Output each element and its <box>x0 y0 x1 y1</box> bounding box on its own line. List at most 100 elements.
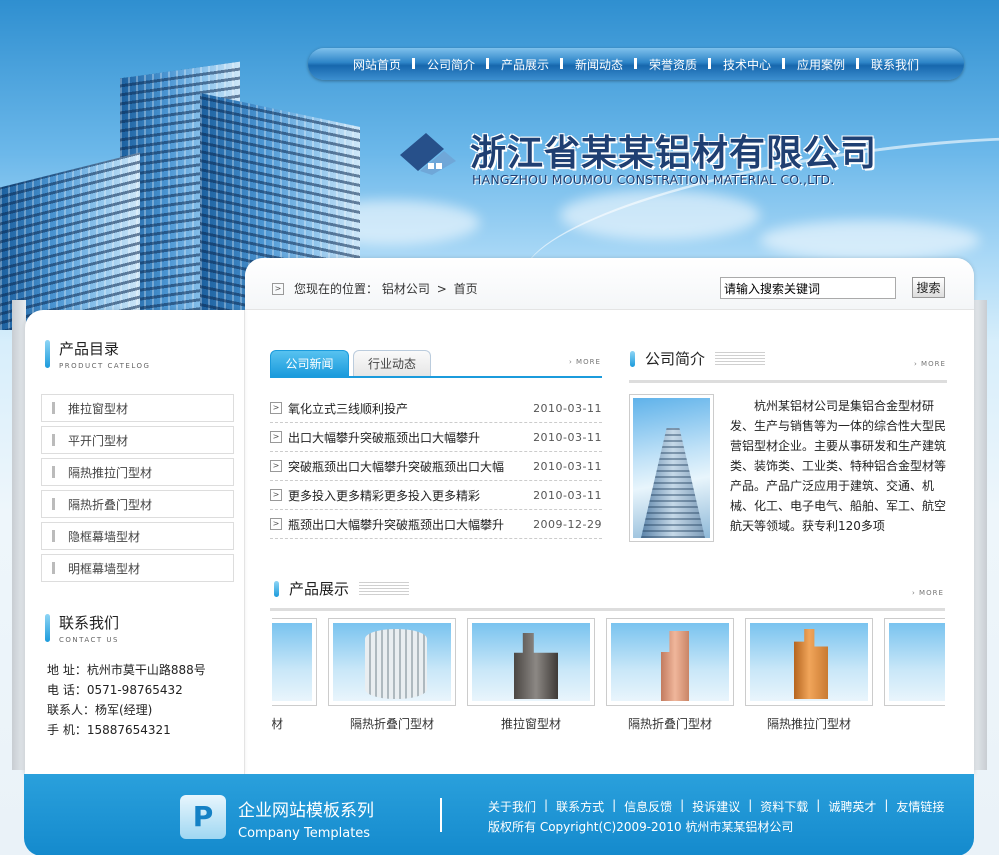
category-item[interactable]: 推拉窗型材 <box>41 394 234 422</box>
footer-divider <box>440 798 442 832</box>
list-item[interactable]: > 出口大幅攀升突破瓶颈出口大幅攀升 2010-03-11 <box>270 423 602 452</box>
footer-link-careers[interactable]: 诚聘英才 <box>828 798 876 815</box>
news-tabs: 公司新闻 行业动态 <box>270 350 602 378</box>
product-card[interactable]: 推拉窗型材 <box>467 618 595 732</box>
product-card[interactable]: 隔热折叠门型材 <box>328 618 456 732</box>
breadcrumb-separator: > <box>436 282 447 296</box>
about-text: 杭州某铝材公司是集铝合金型材研发、生产与销售等为一体的综合性大型民营铝型材企业。… <box>730 399 947 533</box>
contact-title-en: CONTACT US <box>59 636 119 644</box>
bullet-bar-icon <box>52 402 55 414</box>
product-card[interactable]: 隔热推拉门型材 <box>745 618 873 732</box>
footer: P 企业网站模板系列 Company Templates 关于我们 | 联系方式 |… <box>24 774 974 855</box>
heading-marker-icon <box>45 340 50 368</box>
footer-link-contact[interactable]: 联系方式 <box>556 798 604 815</box>
section-divider <box>270 608 945 611</box>
search-button[interactable]: 搜索 <box>912 277 945 298</box>
breadcrumb-link-company[interactable]: 铝材公司 <box>382 282 430 296</box>
catalog-heading: 产品目录 PRODUCT CATELOG <box>45 338 150 370</box>
panel-shadow <box>973 300 987 770</box>
about-heading: 公司简介 <box>630 348 766 369</box>
category-list: 推拉窗型材 平开门型材 隔热推拉门型材 隔热折叠门型材 隐框幕墙型材 明框幕墙型… <box>41 394 234 586</box>
main-nav: 网站首页 公司简介 产品展示 新闻动态 荣誉资质 技术中心 应用案例 联系我们 <box>308 48 964 80</box>
contact-person: 联系人：杨军(经理) <box>47 703 153 717</box>
catalog-title: 产品目录 <box>59 340 120 358</box>
category-item[interactable]: 隔热折叠门型材 <box>41 490 234 518</box>
arrow-right-icon: > <box>270 518 282 530</box>
decorative-lines <box>359 581 410 596</box>
nav-cases[interactable]: 应用案例 <box>782 56 858 73</box>
news-list: > 氧化立式三线顺利投产 2010-03-11 > 出口大幅攀升突破瓶颈出口大幅… <box>270 394 602 539</box>
breadcrumb-bar: > 您现在的位置： 铝材公司 > 首页 搜索 <box>245 258 974 310</box>
product-card[interactable]: 平开门型材 <box>272 618 317 732</box>
bullet-bar-icon <box>52 498 55 510</box>
breadcrumb-prefix: 您现在的位置： <box>294 282 379 296</box>
panel-shadow <box>12 300 26 770</box>
arrow-right-icon: > <box>270 460 282 472</box>
heading-marker-icon <box>45 614 50 642</box>
nav-tech[interactable]: 技术中心 <box>708 56 784 73</box>
company-name-en: HANGZHOU MOUMOU CONSTRATION MATERIAL CO.… <box>472 172 835 187</box>
tab-company-news[interactable]: 公司新闻 <box>270 350 349 376</box>
bullet-bar-icon <box>52 434 55 446</box>
bullet-bar-icon <box>52 530 55 542</box>
contact-heading: 联系我们 CONTACT US <box>45 612 119 644</box>
footer-link-complaints[interactable]: 投诉建议 <box>692 798 740 815</box>
products-more-link[interactable]: › MORE <box>912 589 944 597</box>
catalog-title-en: PRODUCT CATELOG <box>59 362 151 370</box>
heading-marker-icon <box>630 350 635 367</box>
contact-title: 联系我们 <box>59 614 120 632</box>
category-item[interactable]: 明框幕墙型材 <box>41 554 234 582</box>
arrow-right-icon: > <box>270 489 282 501</box>
company-name: 浙江省某某铝材有限公司 <box>470 133 878 174</box>
list-item[interactable]: > 更多投入更多精彩更多投入更多精彩 2010-03-11 <box>270 481 602 510</box>
contact-mobile: 手 机：15887654321 <box>47 723 171 737</box>
nav-products[interactable]: 产品展示 <box>485 56 562 73</box>
product-carousel: 平开门型材 隔热折叠门型材 推拉窗型材 隔热折叠门型材 隔热推拉门型材 <box>272 618 945 738</box>
contact-info: 地 址：杭州市莫干山路888号 电 话：0571-98765432 联系人：杨军… <box>47 660 206 740</box>
breadcrumb: > 您现在的位置： 铝材公司 > 首页 <box>272 280 478 297</box>
list-item[interactable]: > 突破瓶颈出口大幅攀升突破瓶颈出口大幅 2010-03-11 <box>270 452 602 481</box>
category-item[interactable]: 隐框幕墙型材 <box>41 522 234 550</box>
copyright: 版权所有 Copyright(C)2009-2010 杭州市某某铝材公司 <box>488 820 794 834</box>
news-more-link[interactable]: › MORE <box>569 358 601 366</box>
contact-address: 地 址：杭州市莫干山路888号 <box>47 663 206 677</box>
company-photo <box>629 394 714 542</box>
nav-news[interactable]: 新闻动态 <box>559 56 636 73</box>
breadcrumb-current: 首页 <box>453 282 478 296</box>
product-image <box>365 629 427 699</box>
company-logo-icon <box>400 133 456 175</box>
footer-link-downloads[interactable]: 资料下载 <box>760 798 808 815</box>
products-heading: 产品展示 <box>274 578 410 599</box>
arrow-right-icon: > <box>270 402 282 414</box>
footer-link-about[interactable]: 关于我们 <box>488 798 536 815</box>
list-item[interactable]: > 瓶颈出口大幅攀升突破瓶颈出口大幅攀升 2009-12-29 <box>270 510 602 539</box>
heading-marker-icon <box>274 580 279 597</box>
contact-phone: 电 话：0571-98765432 <box>47 683 183 697</box>
nav-home[interactable]: 网站首页 <box>340 56 414 73</box>
product-card[interactable]: 隔热折叠门型材 <box>606 618 734 732</box>
products-title: 产品展示 <box>289 580 350 598</box>
nav-about[interactable]: 公司简介 <box>411 56 488 73</box>
bullet-bar-icon <box>52 466 55 478</box>
category-item[interactable]: 隔热推拉门型材 <box>41 458 234 486</box>
nav-contact[interactable]: 联系我们 <box>856 56 932 73</box>
list-item[interactable]: > 氧化立式三线顺利投产 2010-03-11 <box>270 394 602 423</box>
category-item[interactable]: 平开门型材 <box>41 426 234 454</box>
section-divider <box>629 380 947 383</box>
footer-brand: 企业网站模板系列 Company Templates <box>238 801 374 841</box>
product-image <box>661 631 689 701</box>
product-card[interactable] <box>884 618 945 732</box>
arrow-right-icon: > <box>270 431 282 443</box>
product-image <box>794 629 828 699</box>
footer-logo-icon: P <box>180 795 226 839</box>
tab-industry-news[interactable]: 行业动态 <box>353 350 431 376</box>
about-more-link[interactable]: › MORE <box>914 360 946 368</box>
decorative-lines <box>715 351 766 366</box>
product-image <box>514 633 558 699</box>
nav-honors[interactable]: 荣誉资质 <box>633 56 710 73</box>
footer-link-feedback[interactable]: 信息反馈 <box>624 798 672 815</box>
footer-link-friends[interactable]: 友情链接 <box>896 798 944 815</box>
search-input[interactable] <box>720 277 896 299</box>
about-title: 公司简介 <box>645 350 706 368</box>
footer-links: 关于我们 | 联系方式 | 信息反馈 | 投诉建议 | 资料下载 | 诚聘英才 | 友情链接 <box>488 798 945 815</box>
